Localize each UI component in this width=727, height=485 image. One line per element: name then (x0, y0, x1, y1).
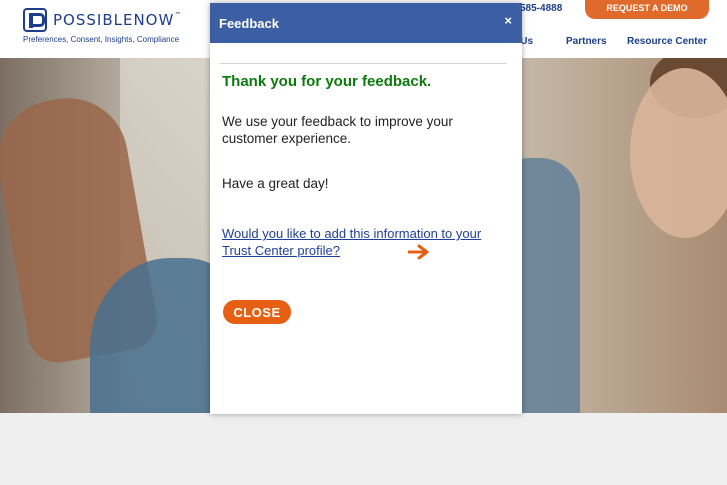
possiblenow-logo[interactable]: POSSIBLENOW™ (23, 8, 182, 32)
hero-face (630, 68, 727, 238)
nav-partners[interactable]: Partners (566, 36, 607, 47)
greeting-text: Have a great day! (222, 176, 329, 191)
close-button[interactable]: CLOSE (223, 300, 291, 324)
feedback-modal: Feedback × Thank you for your feedback. … (210, 3, 522, 414)
phone-number[interactable]: 585-4888 (520, 3, 562, 14)
modal-header: Feedback × (210, 3, 522, 43)
thank-you-heading: Thank you for your feedback. (222, 73, 432, 90)
logo-mark-icon (23, 8, 47, 32)
arrow-right-icon[interactable] (408, 244, 430, 260)
logo-text: POSSIBLENOW™ (53, 11, 183, 29)
nav-resource-center[interactable]: Resource Center (627, 36, 707, 47)
feedback-message: We use your feedback to improve your cus… (222, 114, 453, 146)
close-icon[interactable]: × (504, 13, 512, 28)
divider (220, 63, 507, 64)
request-demo-button[interactable]: REQUEST A DEMO (585, 0, 709, 19)
trust-center-link[interactable]: Would you like to add this information t… (222, 225, 482, 259)
tagline: Preferences, Consent, Insights, Complian… (23, 35, 180, 44)
modal-title: Feedback (219, 15, 279, 31)
